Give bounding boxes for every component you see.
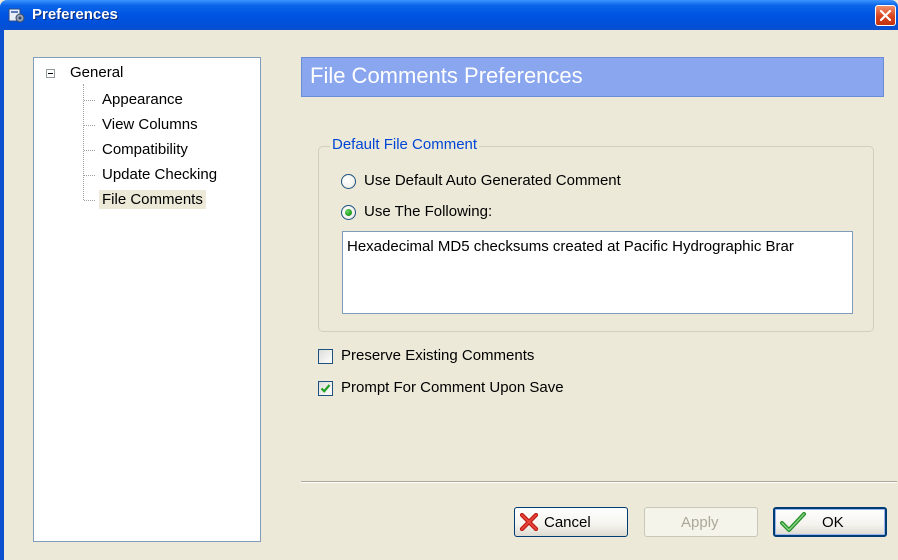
separator <box>301 481 897 483</box>
tree-item-view-columns[interactable]: View Columns <box>99 115 201 134</box>
preferences-app-icon <box>8 7 25 23</box>
collapse-toggle-icon[interactable] <box>46 69 55 78</box>
tree-item-appearance[interactable]: Appearance <box>99 90 186 109</box>
comment-text-value: Hexadecimal MD5 checksums created at Pac… <box>347 238 794 255</box>
tree-connector <box>84 150 95 151</box>
tree-item-general[interactable]: General <box>70 64 123 81</box>
preserve-comments-label[interactable]: Preserve Existing Comments <box>341 347 534 364</box>
close-button[interactable] <box>875 5 896 26</box>
preferences-tree[interactable]: General Appearance View Columns Compatib… <box>33 57 261 542</box>
tree-connector <box>84 125 95 126</box>
tree-connector <box>84 100 95 101</box>
apply-button[interactable]: Apply <box>644 507 758 537</box>
tree-item-update-checking[interactable]: Update Checking <box>99 165 220 184</box>
section-header: File Comments Preferences <box>301 57 884 97</box>
page-title: File Comments Preferences <box>310 63 583 88</box>
ok-button[interactable]: OK <box>773 507 887 537</box>
cancel-button[interactable]: Cancel <box>514 507 628 537</box>
use-following-label[interactable]: Use The Following: <box>364 203 492 220</box>
use-following-radio[interactable] <box>341 205 356 220</box>
prompt-for-comment-label[interactable]: Prompt For Comment Upon Save <box>341 379 564 396</box>
green-checkmark-icon <box>780 511 806 537</box>
checkmark-icon <box>320 384 331 393</box>
tree-connector <box>83 84 84 200</box>
title-bar[interactable]: Preferences <box>0 0 898 30</box>
window-title: Preferences <box>32 6 118 23</box>
ok-label: OK <box>822 514 844 531</box>
group-legend: Default File Comment <box>330 136 480 153</box>
comment-text-field[interactable]: Hexadecimal MD5 checksums created at Pac… <box>342 231 853 314</box>
window-frame <box>0 30 4 560</box>
use-default-comment-radio[interactable] <box>341 174 356 189</box>
cancel-label: Cancel <box>544 514 591 531</box>
tree-item-file-comments[interactable]: File Comments <box>99 190 206 209</box>
tree-connector <box>84 200 95 201</box>
tree-connector <box>84 175 95 176</box>
red-x-icon <box>519 512 539 535</box>
use-default-comment-label[interactable]: Use Default Auto Generated Comment <box>364 172 621 189</box>
apply-label: Apply <box>681 514 719 531</box>
prompt-for-comment-checkbox[interactable] <box>318 381 333 396</box>
preserve-comments-checkbox[interactable] <box>318 349 333 364</box>
tree-item-compatibility[interactable]: Compatibility <box>99 140 191 159</box>
